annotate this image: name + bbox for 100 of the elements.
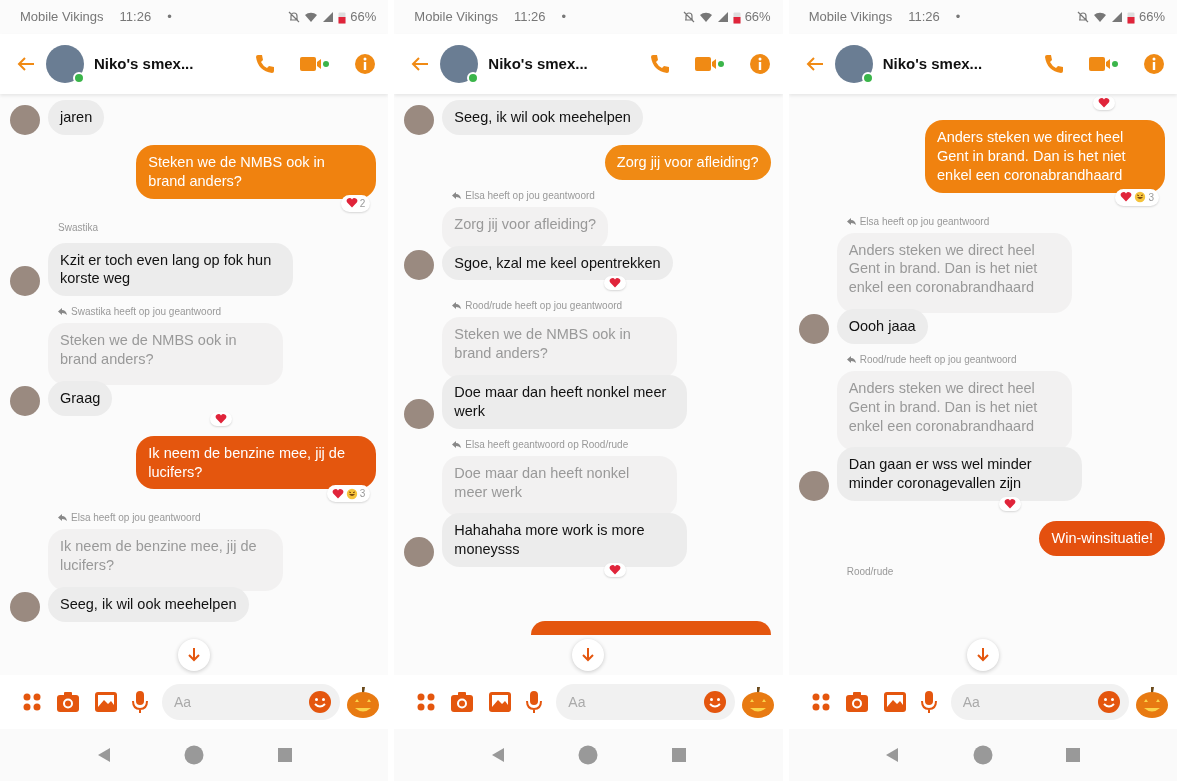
reply-note: Elsa heeft geantwoord op Rood/rude bbox=[465, 437, 629, 452]
back-triangle-icon[interactable] bbox=[96, 747, 111, 763]
home-circle-icon[interactable] bbox=[578, 745, 599, 765]
video-camera-icon[interactable] bbox=[694, 56, 725, 72]
smiley-icon[interactable] bbox=[1097, 690, 1121, 714]
phone-icon[interactable] bbox=[648, 53, 671, 75]
received-message: Sgoe, kzal me keel opentrekken bbox=[442, 245, 673, 281]
message-input-field[interactable]: Aa bbox=[162, 684, 341, 720]
laughing-face-icon bbox=[345, 487, 358, 500]
carrier-name: Mobile Vikings bbox=[808, 8, 893, 27]
sent-message: Anders steken we direct heel Gent in brand. Dan is het niet enkel een coronabrandhaard bbox=[925, 120, 1165, 193]
message-input-field[interactable]: Aa bbox=[556, 684, 735, 720]
received-message: Hahahaha more work is more moneysss bbox=[442, 513, 688, 568]
heart-icon bbox=[215, 412, 227, 425]
heart-icon bbox=[1098, 97, 1110, 109]
microphone-icon[interactable] bbox=[526, 690, 543, 714]
microphone-icon[interactable] bbox=[132, 690, 148, 714]
image-icon[interactable] bbox=[882, 691, 907, 713]
back-arrow-icon[interactable] bbox=[410, 56, 431, 72]
reaction-count: 3 bbox=[1148, 190, 1154, 205]
battery-icon bbox=[338, 10, 347, 24]
reaction-pill[interactable] bbox=[604, 276, 627, 291]
four-dots-icon[interactable] bbox=[22, 692, 42, 712]
reaction-count: 3 bbox=[359, 487, 366, 502]
muted-bell-icon bbox=[682, 11, 695, 23]
sent-message: Ik neem de benzine mee, jij de lucifers? bbox=[136, 435, 377, 490]
video-camera-icon[interactable] bbox=[1089, 56, 1119, 72]
home-circle-icon[interactable] bbox=[972, 745, 993, 765]
wifi-icon bbox=[1092, 11, 1107, 23]
sent-message: Zorg jij voor afleiding? bbox=[604, 144, 771, 180]
reaction-pill[interactable] bbox=[210, 411, 232, 426]
battery-icon bbox=[732, 10, 741, 24]
heart-icon bbox=[609, 564, 622, 577]
microphone-icon[interactable] bbox=[920, 690, 937, 714]
four-dots-icon[interactable] bbox=[810, 692, 831, 712]
back-triangle-icon[interactable] bbox=[491, 747, 506, 763]
reply-arrow-icon bbox=[846, 355, 856, 363]
down-arrow-icon bbox=[188, 648, 201, 662]
notification-dot: • bbox=[561, 8, 567, 27]
recents-square-icon[interactable] bbox=[1066, 748, 1081, 762]
info-icon[interactable] bbox=[354, 53, 377, 75]
reply-note: Rood/rude heeft op jou geantwoord bbox=[465, 299, 623, 314]
back-triangle-icon[interactable] bbox=[885, 747, 900, 763]
reply-arrow-icon bbox=[452, 440, 462, 448]
reply-arrow-icon bbox=[452, 191, 462, 199]
battery-icon bbox=[1126, 10, 1135, 24]
back-arrow-icon[interactable] bbox=[16, 56, 36, 72]
heart-icon bbox=[609, 277, 622, 290]
quoted-message: Steken we de NMBS ook in brand anders? bbox=[48, 323, 283, 385]
info-icon[interactable] bbox=[1143, 53, 1165, 75]
sent-message: Steken we de NMBS ook in brand anders? bbox=[136, 144, 377, 199]
four-dots-icon[interactable] bbox=[416, 692, 437, 712]
smiley-icon[interactable] bbox=[308, 690, 333, 714]
notification-dot: • bbox=[167, 8, 172, 27]
chat-title: Niko's smex... bbox=[488, 53, 588, 74]
pumpkin-icon[interactable] bbox=[1135, 685, 1169, 719]
scroll-down-button[interactable] bbox=[572, 639, 605, 671]
heart-icon bbox=[1003, 498, 1016, 511]
phone-icon[interactable] bbox=[1043, 53, 1065, 75]
clock-time: 11:26 bbox=[908, 8, 940, 27]
received-message: Doe maar dan heeft nonkel meer werk bbox=[442, 375, 688, 429]
reaction-pill[interactable] bbox=[998, 497, 1021, 512]
down-arrow-icon bbox=[582, 648, 595, 662]
recents-square-icon[interactable] bbox=[671, 748, 686, 762]
camera-icon[interactable] bbox=[844, 691, 869, 713]
reply-note: Swastika heeft op jou geantwoord bbox=[71, 305, 222, 320]
camera-icon[interactable] bbox=[56, 691, 80, 713]
reply-note: Elsa heeft op jou geantwoord bbox=[859, 214, 990, 229]
down-arrow-icon bbox=[976, 648, 989, 662]
scroll-down-button[interactable] bbox=[966, 639, 999, 671]
phone-icon[interactable] bbox=[254, 53, 277, 75]
smiley-icon[interactable] bbox=[702, 690, 727, 714]
camera-icon[interactable] bbox=[450, 691, 475, 713]
laughing-face-icon bbox=[1134, 191, 1147, 204]
reply-arrow-icon bbox=[58, 308, 67, 316]
clock-time: 11:26 bbox=[513, 8, 546, 27]
video-camera-icon[interactable] bbox=[300, 56, 331, 72]
info-icon[interactable] bbox=[748, 53, 771, 75]
carrier-name: Mobile Vikings bbox=[20, 8, 104, 27]
reaction-pill[interactable]: 3 bbox=[326, 485, 371, 503]
wifi-icon bbox=[304, 11, 319, 23]
home-circle-icon[interactable] bbox=[184, 745, 205, 765]
scroll-down-button[interactable] bbox=[178, 639, 211, 671]
image-icon[interactable] bbox=[488, 691, 513, 713]
image-icon[interactable] bbox=[94, 691, 118, 713]
recents-square-icon[interactable] bbox=[277, 748, 292, 762]
received-message: Oooh jaaa bbox=[836, 309, 928, 344]
message-input-field[interactable]: Aa bbox=[950, 684, 1129, 720]
battery-percent: 66% bbox=[744, 8, 771, 27]
reaction-pill[interactable] bbox=[604, 563, 627, 578]
reply-arrow-icon bbox=[452, 302, 462, 310]
pumpkin-icon[interactable] bbox=[346, 685, 381, 719]
back-arrow-icon[interactable] bbox=[804, 56, 825, 72]
heart-icon bbox=[1120, 191, 1133, 204]
pumpkin-icon[interactable] bbox=[740, 685, 775, 719]
received-message: Graag bbox=[48, 380, 113, 416]
chat-title: Niko's smex... bbox=[882, 53, 983, 74]
received-message: Seeg, ik wil ook meehelpen bbox=[48, 587, 249, 622]
signal-icon bbox=[716, 11, 729, 23]
reaction-pill[interactable] bbox=[1093, 96, 1115, 110]
